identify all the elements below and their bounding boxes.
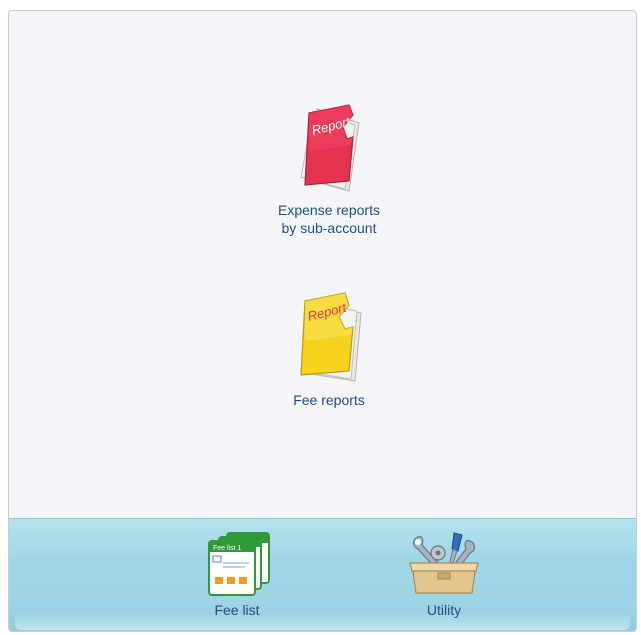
fee-reports-button[interactable]: Report Fee reports: [249, 289, 409, 409]
main-panel: Report Expense reports by sub-account Re…: [8, 10, 637, 632]
footer-bar: Fee list 1 Fee list Utility: [9, 518, 636, 631]
utility-label: Utility: [426, 602, 462, 618]
fee-reports-label-line1: Fee reports: [293, 392, 365, 408]
expense-reports-button[interactable]: Report Expense reports by sub-account: [249, 99, 409, 237]
footer-highlight: [15, 612, 630, 630]
expense-reports-label-line2: by sub-account: [281, 220, 377, 236]
utility-button[interactable]: Utility: [394, 529, 494, 619]
yellow-report-folder-icon: Report: [300, 292, 362, 382]
expense-reports-label-line1: Expense reports: [278, 202, 380, 218]
fee-list-card-text: Fee list 1: [213, 545, 242, 552]
expense-reports-label: Expense reports by sub-account: [278, 201, 380, 237]
toolbox-icon: [409, 532, 479, 594]
fee-list-label: Fee list: [214, 602, 260, 618]
fee-reports-label: Fee reports: [293, 391, 365, 409]
fee-list-cards-icon: Fee list 1: [208, 532, 270, 596]
fee-list-button[interactable]: Fee list 1 Fee list: [187, 529, 287, 619]
red-report-folder-icon: Report: [300, 104, 360, 192]
